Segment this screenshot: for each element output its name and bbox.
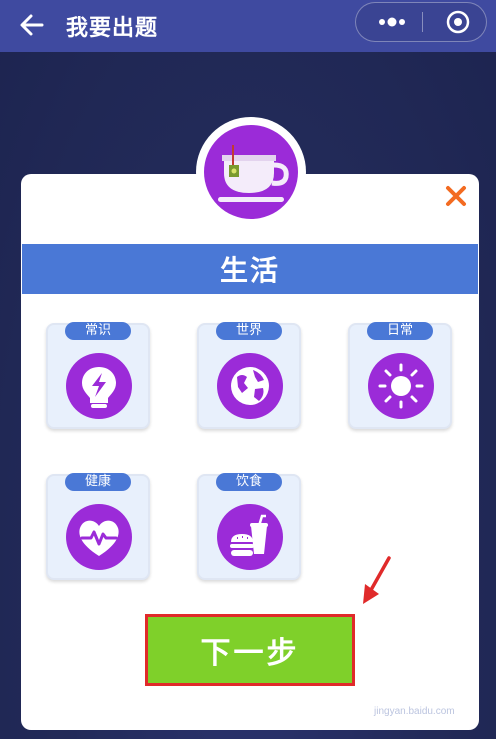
subcategory-tile-daily[interactable]: 日常 bbox=[348, 322, 452, 429]
lightbulb-bolt-icon bbox=[66, 353, 132, 419]
subcategory-label: 常识 bbox=[65, 322, 131, 340]
close-x-icon[interactable] bbox=[444, 184, 468, 208]
arrow-left-icon[interactable] bbox=[16, 9, 48, 41]
subcategory-tile-food[interactable]: 饮食 bbox=[197, 473, 301, 580]
subcategory-label: 日常 bbox=[367, 322, 433, 340]
category-title-banner: 生活 bbox=[22, 244, 478, 294]
baidu-watermark: Bai度 经验 jingyan.baidu.com bbox=[374, 680, 455, 717]
capsule-divider bbox=[422, 12, 423, 32]
tea-cup-icon bbox=[204, 125, 298, 219]
sun-icon bbox=[368, 353, 434, 419]
more-dots-icon[interactable] bbox=[364, 3, 420, 41]
next-step-button[interactable]: 下一步 bbox=[145, 614, 355, 686]
subcategory-tile-health[interactable]: 健康 bbox=[46, 473, 150, 580]
category-badge bbox=[196, 117, 306, 227]
subcategory-tile-world[interactable]: 世界 bbox=[197, 322, 301, 429]
mini-program-capsule bbox=[355, 2, 487, 42]
watermark-url: jingyan.baidu.com bbox=[374, 706, 455, 717]
globe-icon bbox=[217, 353, 283, 419]
watermark-brand: Bai度 经验 bbox=[374, 686, 452, 703]
annotation-arrow bbox=[363, 556, 391, 604]
heart-pulse-icon bbox=[66, 504, 132, 570]
burger-drink-icon bbox=[217, 504, 283, 570]
subcategory-label: 健康 bbox=[65, 473, 131, 491]
subcategory-tile-common-sense[interactable]: 常识 bbox=[46, 322, 150, 429]
subcategory-label: 世界 bbox=[216, 322, 282, 340]
page-title: 我要出题 bbox=[66, 16, 159, 41]
top-nav-bar: 我要出题 bbox=[0, 0, 496, 52]
subcategory-label: 饮食 bbox=[216, 473, 282, 491]
target-circle-icon[interactable] bbox=[432, 3, 482, 41]
